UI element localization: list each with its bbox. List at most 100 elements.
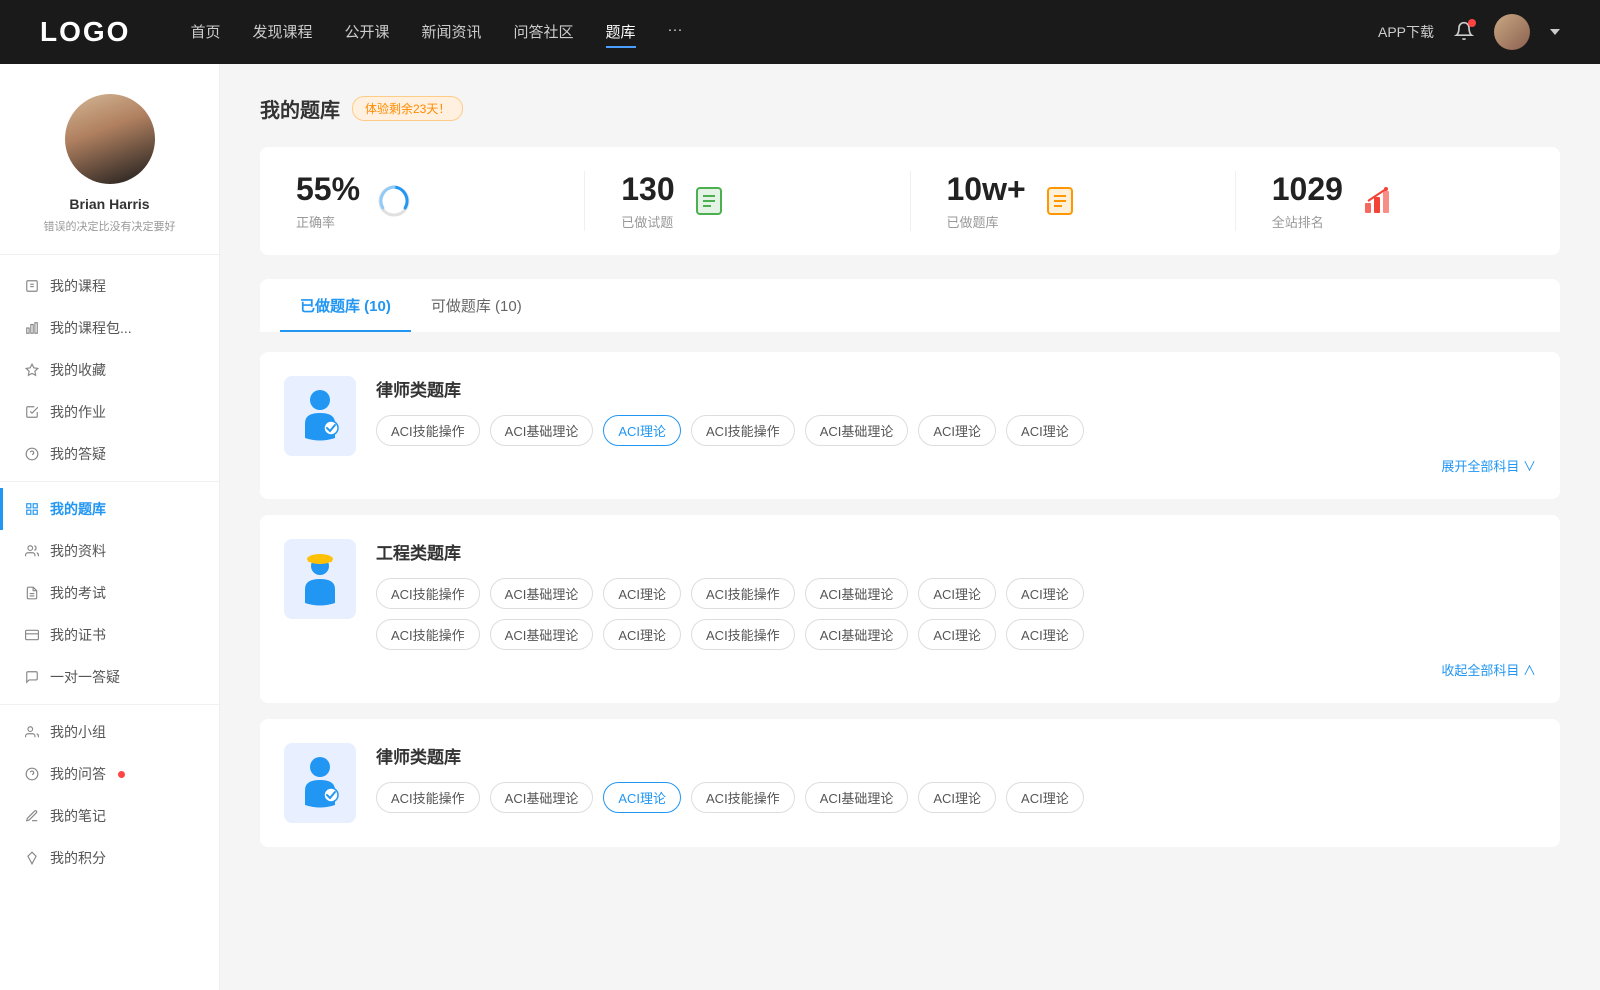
tag-2-r2-1[interactable]: ACI基础理论 xyxy=(490,619,594,650)
tag-2-2[interactable]: ACI理论 xyxy=(603,578,681,609)
nav-links: 首页 发现课程 公开课 新闻资讯 问答社区 题库 ··· xyxy=(190,17,1338,48)
tag-3-0[interactable]: ACI技能操作 xyxy=(376,782,480,813)
stat-rank-value: 1029 xyxy=(1272,171,1343,208)
tab-available[interactable]: 可做题库 (10) xyxy=(411,279,542,332)
sidebar-item-exam[interactable]: 我的考试 xyxy=(0,572,219,614)
tag-2-r2-2[interactable]: ACI理论 xyxy=(603,619,681,650)
qbank-tags-2-row1: ACI技能操作 ACI基础理论 ACI理论 ACI技能操作 ACI基础理论 AC… xyxy=(376,578,1536,609)
nav-qbank[interactable]: 题库 xyxy=(606,17,636,48)
tag-3-3[interactable]: ACI技能操作 xyxy=(691,782,795,813)
stat-rank: 1029 全站排名 xyxy=(1236,171,1560,231)
tag-2-0[interactable]: ACI技能操作 xyxy=(376,578,480,609)
tag-1-0[interactable]: ACI技能操作 xyxy=(376,415,480,446)
menu-divider-1 xyxy=(0,481,219,482)
page-title: 我的题库 xyxy=(260,94,340,123)
tag-1-5[interactable]: ACI理论 xyxy=(918,415,996,446)
sidebar-item-qa[interactable]: 我的答疑 xyxy=(0,433,219,475)
sidebar-menu: 我的课程 我的课程包... 我的收藏 我的作业 xyxy=(0,255,219,889)
notification-bell[interactable] xyxy=(1454,21,1474,44)
stat-done-questions-value: 130 xyxy=(621,171,674,208)
sidebar-item-course[interactable]: 我的课程 xyxy=(0,265,219,307)
expand-link-1[interactable]: 展开全部科目 ∨ xyxy=(376,456,1536,475)
sidebar-item-notes[interactable]: 我的笔记 xyxy=(0,795,219,837)
trial-badge: 体验剩余23天！ xyxy=(352,96,463,121)
diamond-icon xyxy=(24,850,40,866)
stat-done-banks-value: 10w+ xyxy=(947,171,1026,208)
chevron-down-icon xyxy=(1550,27,1560,37)
tag-2-r2-0[interactable]: ACI技能操作 xyxy=(376,619,480,650)
qbank-tags-1: ACI技能操作 ACI基础理论 ACI理论 ACI技能操作 ACI基础理论 AC… xyxy=(376,415,1536,446)
sidebar-item-cert[interactable]: 我的证书 xyxy=(0,614,219,656)
tag-2-5[interactable]: ACI理论 xyxy=(918,578,996,609)
stat-accuracy-label: 正确率 xyxy=(296,212,360,231)
nav-discover[interactable]: 发现课程 xyxy=(252,17,312,48)
main-content: 我的题库 体验剩余23天！ 55% 正确率 xyxy=(220,64,1600,990)
sidebar-item-course-package[interactable]: 我的课程包... xyxy=(0,307,219,349)
tag-1-2[interactable]: ACI理论 xyxy=(603,415,681,446)
qbank-info-2: 工程类题库 ACI技能操作 ACI基础理论 ACI理论 ACI技能操作 ACI基… xyxy=(376,539,1536,679)
nav-news[interactable]: 新闻资讯 xyxy=(422,17,482,48)
sidebar-item-profile[interactable]: 我的资料 xyxy=(0,530,219,572)
nav-more[interactable]: ··· xyxy=(668,17,683,48)
collapse-link-2[interactable]: 收起全部科目 ∧ xyxy=(376,660,1536,679)
qbank-name-2: 工程类题库 xyxy=(376,539,1536,564)
people-icon xyxy=(24,543,40,559)
note-icon xyxy=(24,808,40,824)
nav-right: APP下载 xyxy=(1378,14,1560,50)
note-green-icon xyxy=(691,183,727,219)
qbank-icon-lawyer-2 xyxy=(284,743,356,823)
cert-icon xyxy=(24,627,40,643)
tag-2-3[interactable]: ACI技能操作 xyxy=(691,578,795,609)
sidebar-item-homework[interactable]: 我的作业 xyxy=(0,391,219,433)
nav-open-course[interactable]: 公开课 xyxy=(344,17,389,48)
nav-qa[interactable]: 问答社区 xyxy=(514,17,574,48)
tag-2-6[interactable]: ACI理论 xyxy=(1006,578,1084,609)
profile-motto: 错误的决定比没有决定要好 xyxy=(44,218,176,234)
app-download-button[interactable]: APP下载 xyxy=(1378,22,1434,42)
nav-home[interactable]: 首页 xyxy=(190,17,220,48)
logo: LOGO xyxy=(40,16,130,48)
sidebar-item-favorites[interactable]: 我的收藏 xyxy=(0,349,219,391)
tag-2-r2-5[interactable]: ACI理论 xyxy=(918,619,996,650)
tab-done[interactable]: 已做题库 (10) xyxy=(280,279,411,332)
tag-3-2[interactable]: ACI理论 xyxy=(603,782,681,813)
tag-2-r2-6[interactable]: ACI理论 xyxy=(1006,619,1084,650)
sidebar-item-myqa[interactable]: 我的问答 xyxy=(0,753,219,795)
chat-icon xyxy=(24,669,40,685)
tag-2-r2-4[interactable]: ACI基础理论 xyxy=(805,619,909,650)
qbank-icon-engineer xyxy=(284,539,356,619)
qbank-tags-2-row2: ACI技能操作 ACI基础理论 ACI理论 ACI技能操作 ACI基础理论 AC… xyxy=(376,619,1536,650)
sidebar-item-1on1[interactable]: 一对一答疑 xyxy=(0,656,219,698)
lawyer-figure-icon-2 xyxy=(295,755,345,811)
star-icon xyxy=(24,362,40,378)
sidebar-item-group[interactable]: 我的小组 xyxy=(0,711,219,753)
stat-accuracy-value: 55% xyxy=(296,171,360,208)
tag-1-3[interactable]: ACI技能操作 xyxy=(691,415,795,446)
tag-3-5[interactable]: ACI理论 xyxy=(918,782,996,813)
tag-2-4[interactable]: ACI基础理论 xyxy=(805,578,909,609)
sidebar-item-qbank[interactable]: 我的题库 xyxy=(0,488,219,530)
tag-3-6[interactable]: ACI理论 xyxy=(1006,782,1084,813)
tag-1-1[interactable]: ACI基础理论 xyxy=(490,415,594,446)
tag-3-4[interactable]: ACI基础理论 xyxy=(805,782,909,813)
sidebar-profile: Brian Harris 错误的决定比没有决定要好 xyxy=(0,64,219,255)
menu-divider-2 xyxy=(0,704,219,705)
profile-name: Brian Harris xyxy=(69,196,149,212)
stat-rank-label: 全站排名 xyxy=(1272,212,1343,231)
qbank-lawyer-1: 律师类题库 ACI技能操作 ACI基础理论 ACI理论 ACI技能操作 ACI基… xyxy=(260,352,1560,499)
tag-1-4[interactable]: ACI基础理论 xyxy=(805,415,909,446)
profile-avatar xyxy=(65,94,155,184)
sidebar-item-points[interactable]: 我的积分 xyxy=(0,837,219,879)
qbank-lawyer-2: 律师类题库 ACI技能操作 ACI基础理论 ACI理论 ACI技能操作 ACI基… xyxy=(260,719,1560,847)
tag-2-r2-3[interactable]: ACI技能操作 xyxy=(691,619,795,650)
tag-1-6[interactable]: ACI理论 xyxy=(1006,415,1084,446)
stat-done-questions: 130 已做试题 xyxy=(585,171,910,231)
doc2-icon xyxy=(24,585,40,601)
avatar[interactable] xyxy=(1494,14,1530,50)
tag-3-1[interactable]: ACI基础理论 xyxy=(490,782,594,813)
qbank-header-2: 工程类题库 ACI技能操作 ACI基础理论 ACI理论 ACI技能操作 ACI基… xyxy=(284,539,1536,679)
qbank-name-3: 律师类题库 xyxy=(376,743,1536,768)
qbank-tags-3: ACI技能操作 ACI基础理论 ACI理论 ACI技能操作 ACI基础理论 AC… xyxy=(376,782,1536,813)
question-circle-icon xyxy=(24,446,40,462)
tag-2-1[interactable]: ACI基础理论 xyxy=(490,578,594,609)
